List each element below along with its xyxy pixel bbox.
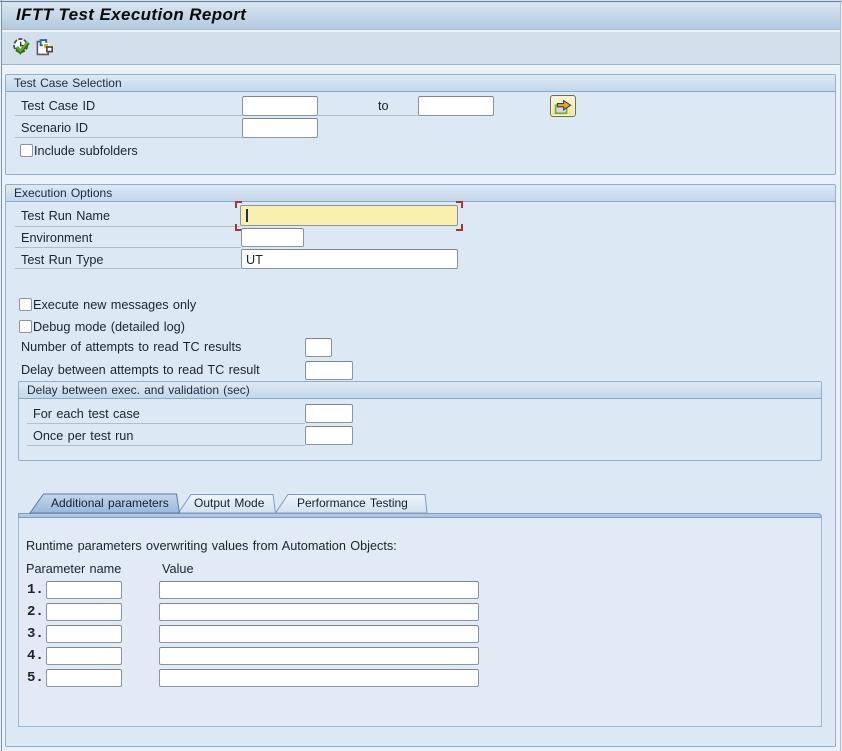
svg-text:Performance Testing: Performance Testing <box>297 496 408 510</box>
svg-text:Additional parameters: Additional parameters <box>51 496 169 510</box>
svg-text:Output Mode: Output Mode <box>194 496 265 510</box>
